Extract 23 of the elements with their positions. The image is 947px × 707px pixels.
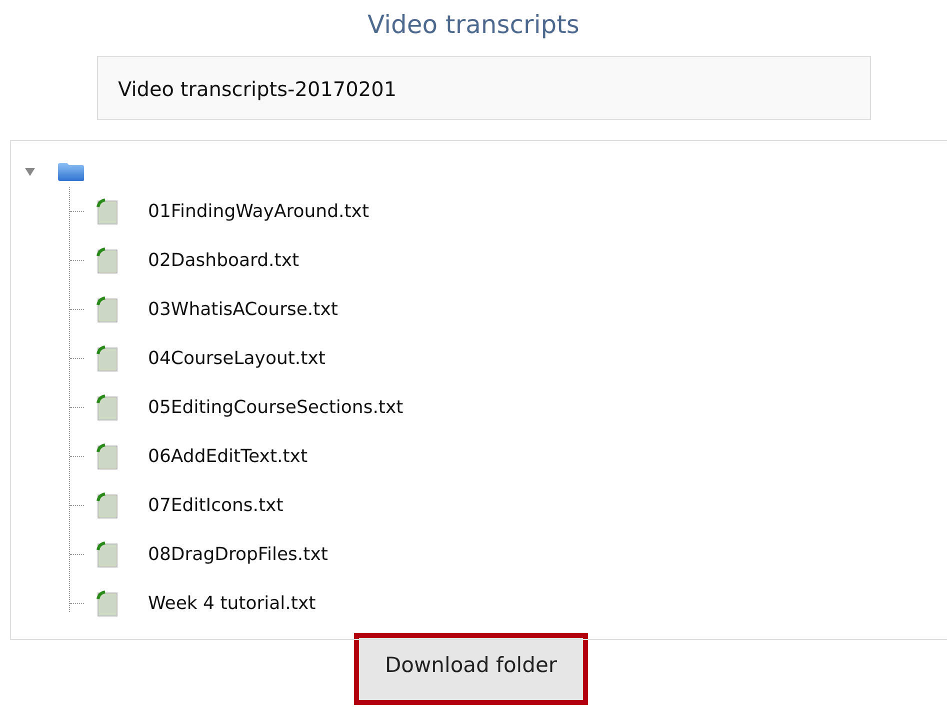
file-icon[interactable] bbox=[95, 198, 119, 226]
file-link[interactable]: 06AddEditText.txt bbox=[148, 446, 308, 467]
file-icon[interactable] bbox=[95, 296, 119, 324]
file-link[interactable]: 05EditingCourseSections.txt bbox=[148, 397, 404, 418]
file-link[interactable]: 04CourseLayout.txt bbox=[148, 348, 326, 369]
file-icon[interactable] bbox=[95, 246, 119, 274]
file-link[interactable]: 02Dashboard.txt bbox=[148, 250, 300, 271]
expand-caret-icon[interactable] bbox=[25, 168, 35, 176]
file-icon[interactable] bbox=[95, 492, 119, 520]
page-title: Video transcripts bbox=[366, 9, 580, 41]
file-link[interactable]: 07EditIcons.txt bbox=[148, 495, 284, 516]
file-link[interactable]: 03WhatisACourse.txt bbox=[148, 299, 338, 320]
download-folder-button[interactable]: Download folder bbox=[354, 633, 588, 705]
file-icon[interactable] bbox=[95, 344, 119, 372]
folder-icon[interactable] bbox=[57, 162, 85, 182]
file-icon[interactable] bbox=[95, 442, 119, 470]
folder-description: Video transcripts-20170201 bbox=[97, 56, 871, 120]
file-icon[interactable] bbox=[95, 590, 119, 618]
file-link[interactable]: 01FindingWayAround.txt bbox=[148, 201, 370, 222]
file-icon[interactable] bbox=[95, 394, 119, 422]
file-link[interactable]: Week 4 tutorial.txt bbox=[148, 593, 316, 614]
file-icon[interactable] bbox=[95, 540, 119, 568]
file-link[interactable]: 08DragDropFiles.txt bbox=[148, 544, 328, 565]
